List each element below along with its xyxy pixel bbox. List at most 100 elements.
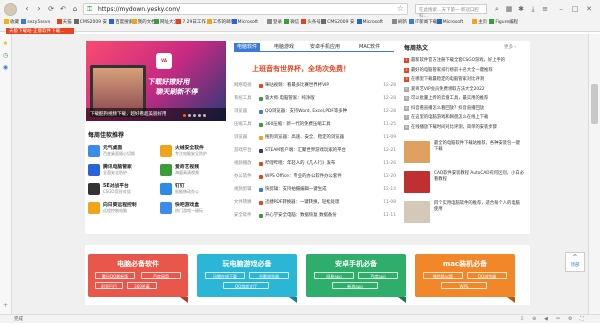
card-link[interactable]: 迅雷在线下载 bbox=[205, 272, 245, 279]
pager-dot[interactable] bbox=[183, 114, 186, 117]
category-card[interactable]: 玩电脑游戏必备 迅雷在线下载 谷歌浏览器 QQ游戏大厅 bbox=[197, 254, 297, 297]
pager-dot[interactable] bbox=[198, 114, 201, 117]
notes-icon[interactable]: ◉ bbox=[2, 64, 9, 71]
news-category[interactable]: 网络电视 bbox=[234, 81, 252, 91]
bookmark-item[interactable]: 登录 bbox=[267, 19, 282, 26]
soft-item[interactable]: 钉钉 智能移动办公 bbox=[160, 182, 230, 198]
back-icon[interactable]: ‹ bbox=[22, 4, 32, 14]
soft-item[interactable]: 爱奇艺视频 海量高清视频 bbox=[160, 163, 230, 179]
hot-thumb-item[interactable]: 最全的电脑软件下载站推荐，各种安装包一键下载 bbox=[404, 141, 524, 167]
back-to-top-button[interactable]: ⌃ 顶部 bbox=[565, 252, 585, 272]
soft-item[interactable]: 元气桌面 百变桌面随心切换 bbox=[88, 144, 158, 160]
download-icon[interactable]: ⤓ bbox=[528, 4, 538, 14]
news-title[interactable]: 鲁大师·电脑管家：纯净版 bbox=[265, 94, 363, 104]
bookmark-item[interactable]: 我的文档 bbox=[131, 19, 156, 26]
bookmark-item[interactable]: 头条号 bbox=[301, 19, 321, 26]
pager-dot[interactable] bbox=[193, 114, 196, 117]
extensions-icon[interactable]: ✱ bbox=[516, 4, 526, 14]
news-category[interactable]: 压缩工具 bbox=[234, 120, 252, 130]
soft-item[interactable]: 腾讯电脑管家 全面安全防护 bbox=[88, 163, 158, 179]
hot-more-link[interactable]: 更多 › bbox=[504, 44, 516, 50]
hot-title-text[interactable]: 抖音看直播怎么看回放？抖音直播回放 bbox=[411, 106, 484, 111]
card-link[interactable]: 百度app bbox=[358, 272, 398, 279]
category-card[interactable]: mac装机必备 微信Mac版 QQ浏览器 WPS bbox=[415, 254, 515, 297]
thumb-text[interactable]: CAD软件安装教程 AutoCAD有何区别，小白必看教程 bbox=[434, 171, 524, 183]
news-category[interactable]: 安全软件 bbox=[234, 211, 252, 221]
bookmark-star-icon[interactable]: ☆ bbox=[397, 4, 404, 13]
news-title[interactable]: 迅捷PDF转换器：一键转换，轻松处理 bbox=[265, 198, 363, 208]
news-category[interactable]: 游戏平台 bbox=[234, 146, 252, 156]
news-category[interactable]: 办公软件 bbox=[234, 172, 252, 182]
soft-item[interactable]: 向日葵远程控制 远程控制电脑 bbox=[88, 201, 158, 217]
soft-item[interactable]: 快吧游戏盒 热门游戏一键玩 bbox=[160, 201, 230, 217]
news-title[interactable]: 咪咕视频：看最多比赛世界杯VIP bbox=[265, 81, 363, 91]
hot-item[interactable]: 4 爱奇艺VIP会员免费领取方法大全2022 bbox=[404, 85, 522, 94]
bookmark-item[interactable]: 百度搜索 bbox=[109, 19, 133, 26]
tab-3[interactable]: MAC软件 bbox=[359, 43, 380, 51]
close-icon[interactable]: ✕ bbox=[584, 4, 594, 14]
thumb-text[interactable]: 四个实用电脑软件的推荐，适合每个人的电脑使用 bbox=[434, 201, 524, 213]
pager-dot[interactable] bbox=[203, 114, 206, 117]
bookmark-item[interactable]: Figure编程 bbox=[489, 19, 518, 26]
news-title[interactable]: 哔哩哔哩：年轻人的《几人行》发布 bbox=[265, 159, 363, 169]
url-text[interactable]: https://mydown.yesky.com/ bbox=[98, 6, 180, 13]
history-icon[interactable]: ◷ bbox=[2, 52, 9, 59]
address-bar[interactable]: ⚿ https://mydown.yesky.com/ ☆ bbox=[83, 3, 408, 15]
search-input[interactable]: 在此搜索…天下第一·新冠口腔科… bbox=[415, 4, 487, 19]
news-category[interactable]: 浏览器 bbox=[234, 133, 247, 143]
hot-title-text[interactable]: 在这里的电脑游戏和网盘怎么在线上下载 bbox=[411, 115, 488, 120]
hot-item[interactable]: 3 在哪里下载最稳定的电脑管家对比评测 bbox=[404, 75, 522, 84]
news-title[interactable]: QQ浏览器：支持Word, Excel,PDF等多种 bbox=[265, 107, 363, 117]
news-headline[interactable]: 上班音有世界杯，全场次免费！ bbox=[252, 64, 350, 74]
card-link[interactable]: 腾讯QQ最新版 bbox=[95, 272, 135, 279]
bookmark-item[interactable]: 微信 bbox=[284, 19, 299, 26]
bookmark-item[interactable]: 收藏 bbox=[4, 19, 19, 26]
add-icon[interactable]: + bbox=[2, 302, 9, 309]
news-category[interactable]: 系统工具 bbox=[234, 94, 252, 104]
card-link[interactable]: QQ游戏大厅 bbox=[223, 282, 269, 289]
hot-item[interactable]: 5 可以批量上传的云盘工具，最实用的推荐 bbox=[404, 94, 522, 103]
bookmark-item[interactable]: sezy5ssvn bbox=[21, 19, 50, 26]
apps-icon[interactable]: ▦ bbox=[504, 4, 514, 14]
news-title[interactable]: WPS Office：专业的办公软件办公套件 bbox=[265, 172, 363, 182]
bookmark-item[interactable]: Microsoft bbox=[436, 19, 463, 26]
hot-thumb-item[interactable]: CAD软件安装教程 AutoCAD有何区别，小白必看教程 bbox=[404, 171, 524, 197]
news-row[interactable]: 压缩工具 360压缩：新一代的免费压缩工具 11-25 bbox=[234, 120, 396, 130]
forward-icon[interactable]: › bbox=[34, 4, 44, 14]
news-category[interactable]: 视频播放 bbox=[234, 159, 252, 169]
hot-title-text[interactable]: 在线播放下载时间对比评测，简单的安装步骤 bbox=[411, 125, 497, 130]
undo-icon[interactable]: ↶ bbox=[58, 4, 68, 14]
news-category[interactable]: 文件转换 bbox=[234, 198, 252, 208]
hot-title-text[interactable]: 可以批量上传的云盘工具，最实用的推荐 bbox=[411, 96, 488, 101]
home-icon[interactable]: ⌂ bbox=[70, 4, 80, 14]
hot-item[interactable]: 6 抖音看直播怎么看回放？抖音直播回放 bbox=[404, 104, 522, 113]
news-row[interactable]: 安全软件 开心学安全电脑：数据恢复 数据备份 11-11 bbox=[234, 211, 396, 221]
hot-item[interactable]: 1 最新软件官方注册下载全套CSGO游戏，好上手的 bbox=[404, 56, 522, 65]
bookmark-item[interactable]: 主页 bbox=[472, 19, 487, 26]
bookmark-item[interactable]: 7.29日工作 bbox=[176, 19, 206, 26]
news-title[interactable]: STEAM客户端：汇聚世界游戏玩家的平台 bbox=[265, 146, 363, 156]
card-link[interactable]: QQ浏览器 bbox=[467, 272, 507, 279]
news-row[interactable]: 浏览器 QQ浏览器：支持Word, Excel,PDF等多种 12-28 bbox=[234, 107, 396, 117]
tab-0[interactable]: 电脑软件 bbox=[234, 43, 261, 51]
soft-item[interactable]: 火绒安全软件 专注电脑安全防护 bbox=[160, 144, 230, 160]
news-row[interactable]: 视频剪辑 快剪辑：支持拍摄编辑一键生成 12-14 bbox=[234, 185, 396, 195]
card-link[interactable]: 百度网盘 bbox=[141, 272, 181, 279]
tab-2[interactable]: 安卓手机应用 bbox=[310, 43, 340, 51]
refresh-icon[interactable]: ⟳ bbox=[46, 4, 56, 14]
card-link[interactable]: 360杀毒 bbox=[127, 282, 157, 289]
news-title[interactable]: 360压缩：新一代的免费压缩工具 bbox=[265, 120, 363, 130]
news-category[interactable]: 视频剪辑 bbox=[234, 185, 252, 195]
bookmark-item[interactable]: CMS2009 安 bbox=[73, 19, 107, 26]
favorites-icon[interactable]: ★ bbox=[2, 40, 9, 47]
scrollbar[interactable] bbox=[588, 34, 600, 314]
bookmark-item[interactable]: 刷新 bbox=[392, 19, 407, 26]
category-card[interactable]: 电脑必备软件 腾讯QQ最新版 百度网盘 阿里巴巴 360杀毒 bbox=[88, 254, 188, 297]
thumb-text[interactable]: 最全的电脑软件下载站推荐，各种安装包一键下载 bbox=[434, 141, 524, 153]
pager-dot[interactable] bbox=[188, 114, 191, 117]
card-link[interactable]: 网易app bbox=[314, 272, 354, 279]
card-link[interactable]: 谷歌浏览器 bbox=[249, 272, 289, 279]
news-row[interactable]: 浏览器 搜狗浏览器：高速、安全、稳定的浏览器 11-09 bbox=[234, 133, 396, 143]
news-title[interactable]: 搜狗浏览器：高速、安全、稳定的浏览器 bbox=[265, 133, 363, 143]
hot-title-text[interactable]: 爱奇艺VIP会员免费领取方法大全2022 bbox=[411, 87, 485, 92]
